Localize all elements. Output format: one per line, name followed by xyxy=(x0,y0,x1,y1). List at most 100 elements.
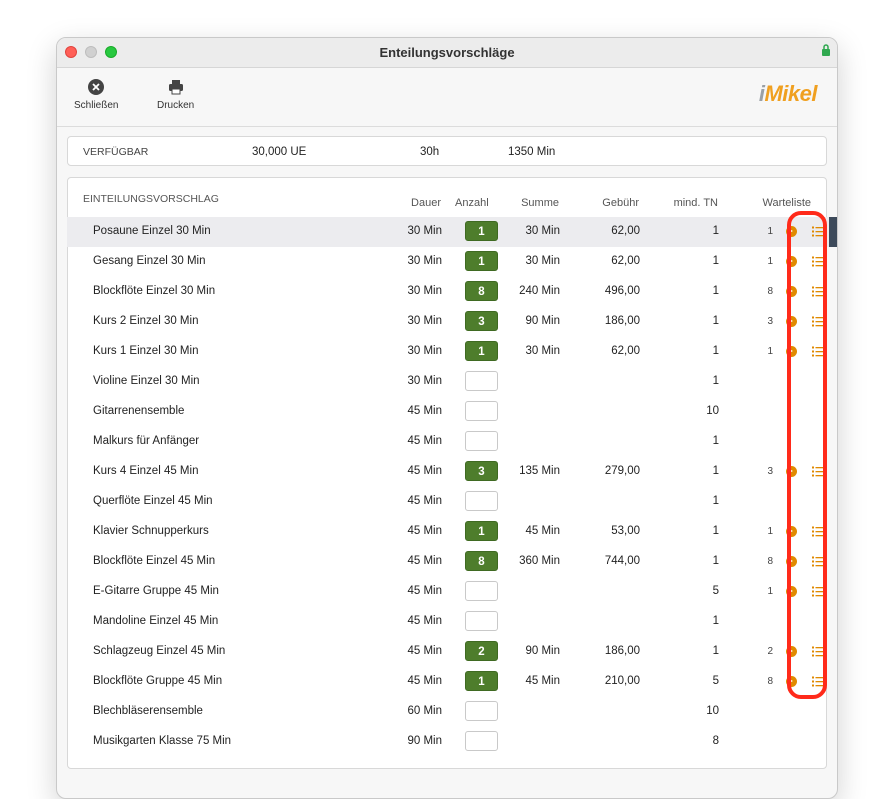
table-row[interactable]: Blechbläserensemble 60 Min 10 xyxy=(67,697,837,727)
row-dauer: 90 Min xyxy=(407,735,442,747)
row-mindtn: 1 xyxy=(712,435,719,447)
row-mindtn: 1 xyxy=(712,225,719,237)
col-gebuehr: Gebühr xyxy=(602,197,639,209)
row-gebuehr: 62,00 xyxy=(611,255,640,267)
row-mindtn: 10 xyxy=(706,705,719,717)
available-ue: 30,000 UE xyxy=(252,146,307,158)
anzahl-field[interactable] xyxy=(465,581,498,601)
table-row[interactable]: Blockflöte Einzel 45 Min 45 Min 8 360 Min 74… xyxy=(67,547,837,577)
row-mindtn: 1 xyxy=(712,495,719,507)
waitlist-count: 8 xyxy=(767,556,773,567)
row-dauer: 30 Min xyxy=(407,315,442,327)
anzahl-field[interactable]: 8 xyxy=(465,551,498,571)
anzahl-field[interactable]: 3 xyxy=(465,311,498,331)
table-row[interactable]: Blockflöte Einzel 30 Min 30 Min 8 240 Min 49… xyxy=(67,277,837,307)
table-row[interactable]: Mandoline Einzel 45 Min 45 Min 1 xyxy=(67,607,837,637)
table-row[interactable]: Schlagzeug Einzel 45 Min 45 Min 2 90 Min 186… xyxy=(67,637,837,667)
row-dauer: 30 Min xyxy=(407,255,442,267)
table-row[interactable]: Kurs 1 Einzel 30 Min 30 Min 1 30 Min 62,00 1 1 xyxy=(67,337,837,367)
row-mindtn: 1 xyxy=(712,555,719,567)
table-row[interactable]: Violine Einzel 30 Min 30 Min 1 xyxy=(67,367,837,397)
row-summe: 45 Min xyxy=(525,675,560,687)
row-mindtn: 1 xyxy=(712,285,719,297)
row-mindtn: 1 xyxy=(712,525,719,537)
anzahl-field[interactable]: 2 xyxy=(465,641,498,661)
row-dauer: 45 Min xyxy=(407,465,442,477)
row-dauer: 45 Min xyxy=(407,645,442,657)
row-mindtn: 10 xyxy=(706,405,719,417)
allocation-panel: EINTEILUNGSVORSCHLAG Dauer Anzahl Summe … xyxy=(67,177,837,769)
row-mindtn: 1 xyxy=(712,345,719,357)
row-mindtn: 1 xyxy=(712,255,719,267)
waitlist-highlight-annotation xyxy=(787,211,827,699)
row-name: Kurs 2 Einzel 30 Min xyxy=(93,315,199,327)
row-mindtn: 5 xyxy=(712,585,719,597)
close-circle-icon xyxy=(88,79,105,95)
waitlist-count: 1 xyxy=(767,526,773,537)
anzahl-field[interactable]: 3 xyxy=(465,461,498,481)
table-row[interactable]: Gesang Einzel 30 Min 30 Min 1 30 Min 62,00 1 1 xyxy=(67,247,837,277)
row-summe: 30 Min xyxy=(525,345,560,357)
close-tool-button[interactable]: Schließen xyxy=(74,78,118,111)
row-gebuehr: 744,00 xyxy=(604,555,640,567)
waitlist-count: 8 xyxy=(767,286,773,297)
row-summe: 360 Min xyxy=(519,555,560,567)
row-dauer: 45 Min xyxy=(407,675,442,687)
table-row[interactable]: Kurs 4 Einzel 45 Min 45 Min 3 135 Min 279,00… xyxy=(67,457,837,487)
table-row[interactable]: Musikgarten Klasse 75 Min 90 Min 8 xyxy=(67,727,837,757)
row-dauer: 45 Min xyxy=(407,615,442,627)
waitlist-count: 8 xyxy=(767,676,773,687)
table-row[interactable]: Klavier Schnupperkurs 45 Min 1 45 Min 53,00 1… xyxy=(67,517,837,547)
anzahl-field[interactable] xyxy=(465,401,498,421)
row-summe: 240 Min xyxy=(519,285,560,297)
row-name: Kurs 1 Einzel 30 Min xyxy=(93,345,199,357)
title-bar: Enteilungsvorschläge xyxy=(57,38,837,68)
window-title: Enteilungsvorschläge xyxy=(379,45,515,60)
table-row[interactable]: Blockflöte Gruppe 45 Min 45 Min 1 45 Min 210… xyxy=(67,667,837,697)
row-dauer: 45 Min xyxy=(407,555,442,567)
waitlist-count: 3 xyxy=(767,316,773,327)
imikel-logo: iMikel xyxy=(758,81,818,106)
anzahl-field[interactable] xyxy=(465,491,498,511)
anzahl-field[interactable] xyxy=(465,371,498,391)
row-gebuehr: 53,00 xyxy=(611,525,640,537)
row-name: Kurs 4 Einzel 45 Min xyxy=(93,465,199,477)
anzahl-field[interactable]: 1 xyxy=(465,251,498,271)
available-label: VERFÜGBAR xyxy=(83,146,149,158)
anzahl-field[interactable] xyxy=(465,431,498,451)
row-gebuehr: 62,00 xyxy=(611,345,640,357)
anzahl-field[interactable]: 8 xyxy=(465,281,498,301)
available-panel: VERFÜGBAR 30,000 UE 30h 1350 Min xyxy=(67,136,827,166)
row-dauer: 45 Min xyxy=(407,495,442,507)
table-row[interactable]: Querflöte Einzel 45 Min 45 Min 1 xyxy=(67,487,837,517)
close-tool-label: Schließen xyxy=(74,100,119,111)
print-tool-button[interactable]: Drucken xyxy=(157,78,194,111)
col-summe: Summe xyxy=(521,197,559,209)
table-row[interactable]: Posaune Einzel 30 Min 30 Min 1 30 Min 62,00 1… xyxy=(67,217,837,247)
anzahl-field[interactable] xyxy=(465,731,498,751)
row-summe: 90 Min xyxy=(525,645,560,657)
table-row[interactable]: Malkurs für Anfänger 45 Min 1 xyxy=(67,427,837,457)
col-mindtn: mind. TN xyxy=(673,197,718,209)
anzahl-field[interactable]: 1 xyxy=(465,221,498,241)
row-summe: 45 Min xyxy=(525,525,560,537)
row-gebuehr: 210,00 xyxy=(604,675,640,687)
anzahl-field[interactable] xyxy=(465,701,498,721)
anzahl-field[interactable]: 1 xyxy=(465,671,498,691)
row-name: Mandoline Einzel 45 Min xyxy=(93,615,219,627)
table-row[interactable]: Gitarrenensemble 45 Min 10 xyxy=(67,397,837,427)
col-anzahl: Anzahl xyxy=(455,197,489,209)
waitlist-count: 1 xyxy=(767,256,773,267)
anzahl-field[interactable] xyxy=(465,611,498,631)
row-name: Gitarrenensemble xyxy=(93,405,185,417)
row-name: Blockflöte Gruppe 45 Min xyxy=(93,675,223,687)
table-row[interactable]: Kurs 2 Einzel 30 Min 30 Min 3 90 Min 186,00 1… xyxy=(67,307,837,337)
waitlist-count: 1 xyxy=(767,586,773,597)
table-row[interactable]: E-Gitarre Gruppe 45 Min 45 Min 5 1 xyxy=(67,577,837,607)
row-mindtn: 8 xyxy=(712,735,719,747)
row-mindtn: 1 xyxy=(712,645,719,657)
anzahl-field[interactable]: 1 xyxy=(465,521,498,541)
available-minutes: 1350 Min xyxy=(508,146,556,158)
row-dauer: 60 Min xyxy=(407,705,442,717)
anzahl-field[interactable]: 1 xyxy=(465,341,498,361)
